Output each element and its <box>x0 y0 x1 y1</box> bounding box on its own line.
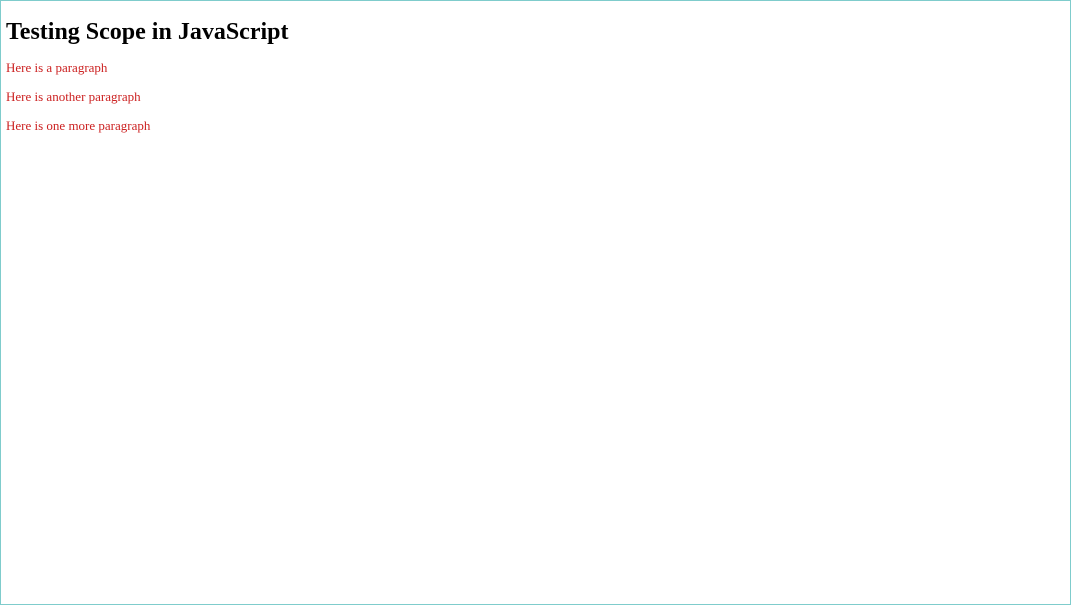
paragraph: Here is another paragraph <box>6 89 1065 105</box>
page-container: Testing Scope in JavaScript Here is a pa… <box>0 0 1071 605</box>
paragraph: Here is a paragraph <box>6 60 1065 76</box>
paragraph: Here is one more paragraph <box>6 118 1065 134</box>
page-title: Testing Scope in JavaScript <box>6 19 1065 46</box>
